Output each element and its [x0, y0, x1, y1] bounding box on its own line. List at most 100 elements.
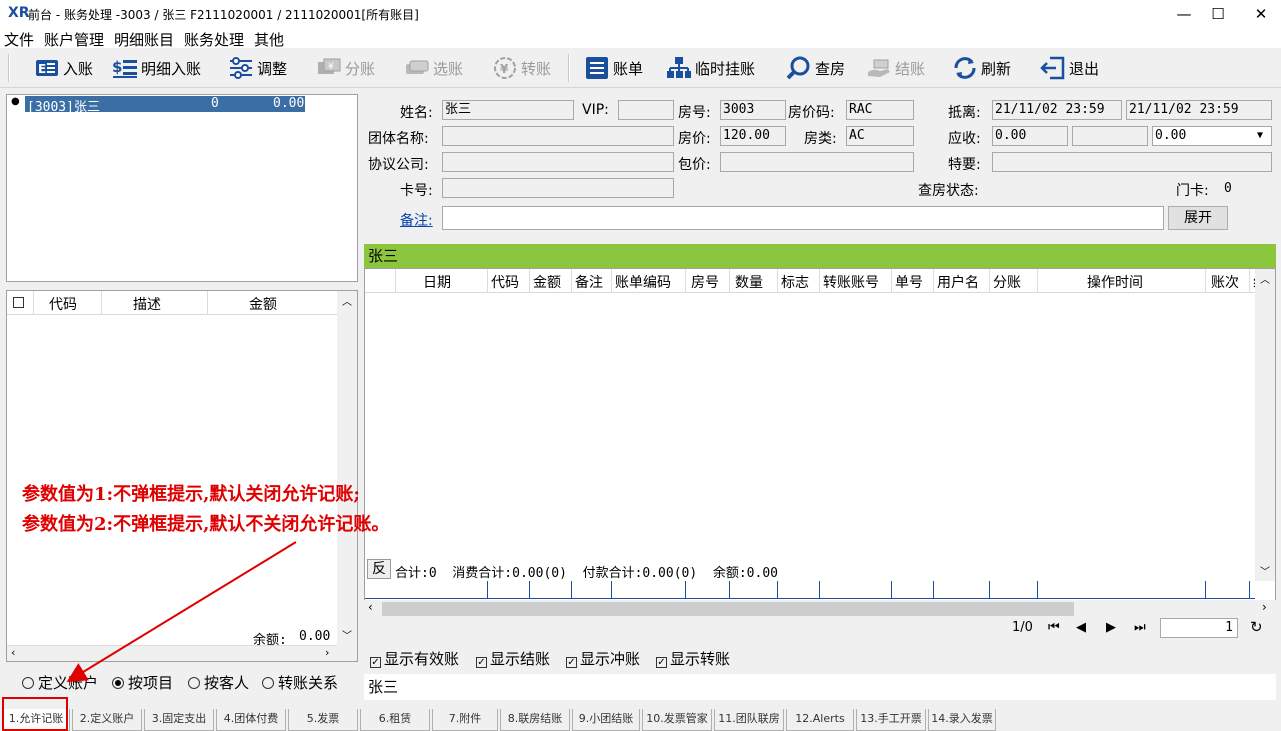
tab-allow-posting[interactable]: 1.允许记账 [2, 709, 70, 731]
col-order-no[interactable]: 单号 [895, 272, 923, 292]
col-username[interactable]: 用户名 [937, 272, 979, 292]
receivable-field[interactable]: 0.00 [992, 126, 1068, 146]
select-button[interactable]: 选账 [404, 54, 463, 82]
room-field[interactable]: 3003 [720, 100, 786, 120]
page-input[interactable]: 1 [1160, 618, 1238, 638]
item-grid-vscroll[interactable]: ︿ ﹀ [337, 291, 357, 661]
col-date[interactable]: 日期 [423, 272, 451, 292]
scroll-down-icon[interactable]: ﹀ [342, 627, 352, 642]
col-bill-code[interactable]: 账单编码 [615, 272, 671, 292]
scroll-up-icon[interactable]: ︿ [342, 293, 352, 308]
tab-team-linked-room[interactable]: 11.团队联房 [714, 709, 784, 731]
radio-define-account[interactable]: 定义账户 [22, 672, 98, 693]
next-page-button[interactable]: ▶ [1106, 620, 1116, 635]
col-code[interactable]: 代码 [491, 272, 519, 292]
transaction-grid-vscroll[interactable]: ︿ ﹀ [1255, 269, 1275, 581]
remark-link[interactable]: 备注: [400, 210, 433, 230]
company-field[interactable] [442, 152, 674, 172]
radio-transfer-relation[interactable]: 转账关系 [262, 672, 338, 693]
menu-other[interactable]: 其他 [254, 29, 284, 50]
select-all-checkbox[interactable] [13, 297, 24, 308]
col-remark[interactable]: 备注 [575, 272, 603, 292]
tab-group-payment[interactable]: 4.团体付费 [216, 709, 286, 731]
menu-accounting[interactable]: 账务处理 [184, 29, 244, 50]
tab-lease[interactable]: 6.租赁 [360, 709, 430, 731]
check-room-button[interactable]: 查房 [786, 54, 845, 82]
col-amount[interactable]: 金额 [249, 294, 277, 314]
special-field[interactable] [992, 152, 1272, 172]
expand-button[interactable]: 展开 [1168, 206, 1228, 230]
radio-by-guest[interactable]: 按客人 [188, 672, 249, 693]
arrive-time-field[interactable]: 21/11/02 23:59 [992, 100, 1122, 120]
tree-node-3003[interactable]: [3003]张三 0 0.00 [25, 96, 305, 115]
scroll-right-icon[interactable]: › [1262, 600, 1267, 614]
show-transfer-checkbox[interactable]: ✓ 显示转账 [656, 648, 730, 669]
close-button[interactable]: ✕ [1243, 2, 1279, 26]
split-button[interactable]: ¥ 分账 [316, 54, 375, 82]
temp-hold-button[interactable]: 临时挂账 [666, 54, 755, 82]
pager-refresh-icon[interactable]: ↻ [1250, 618, 1263, 636]
tab-enter-invoice[interactable]: 14.录入发票 [928, 709, 996, 731]
menu-file[interactable]: 文件 [4, 29, 34, 50]
scroll-left-icon[interactable]: ‹ [11, 646, 15, 659]
exit-button[interactable]: 退出 [1040, 54, 1099, 82]
show-settled-checkbox[interactable]: ✓ 显示结账 [476, 648, 550, 669]
col-code[interactable]: 代码 [49, 294, 77, 314]
remark-field[interactable] [442, 206, 1164, 230]
hscroll-thumb[interactable] [382, 602, 1074, 616]
col-room[interactable]: 房号 [691, 272, 719, 292]
bill-button[interactable]: 账单 [584, 54, 643, 82]
col-amount[interactable]: 金额 [533, 272, 561, 292]
entry-button[interactable]: E 入账 [34, 54, 93, 82]
refresh-button[interactable]: 刷新 [952, 54, 1011, 82]
group-field[interactable] [442, 126, 674, 146]
col-flag[interactable]: 标志 [781, 272, 809, 292]
adjust-button[interactable]: 调整 [228, 54, 287, 82]
menu-account-mgmt[interactable]: 账户管理 [44, 29, 104, 50]
scroll-up-icon[interactable]: ︿ [1260, 271, 1270, 286]
col-transfer-account[interactable]: 转账账号 [823, 272, 879, 292]
tab-define-account[interactable]: 2.定义账户 [72, 709, 142, 731]
scroll-down-icon[interactable]: ﹀ [1260, 563, 1270, 578]
col-split[interactable]: 分账 [993, 272, 1021, 292]
prev-page-button[interactable]: ◀ [1076, 620, 1086, 635]
transfer-button[interactable]: ¥ 转账 [492, 54, 551, 82]
tab-fixed-expense[interactable]: 3.固定支出 [144, 709, 214, 731]
minimize-button[interactable]: — [1166, 2, 1202, 26]
tab-attachment[interactable]: 7.附件 [432, 709, 498, 731]
vip-field[interactable] [618, 100, 674, 120]
depart-time-field[interactable]: 21/11/02 23:59 [1126, 100, 1272, 120]
maximize-button[interactable]: ☐ [1200, 2, 1236, 26]
package-field[interactable] [720, 152, 914, 172]
col-account-seq[interactable]: 账次 [1211, 272, 1239, 292]
radio-by-item[interactable]: 按项目 [112, 672, 173, 693]
show-reversed-checkbox[interactable]: ✓ 显示冲账 [566, 648, 640, 669]
menu-detail-items[interactable]: 明细账目 [114, 29, 174, 50]
item-grid-hscroll[interactable]: ‹ › [7, 645, 337, 661]
receivable-field-2[interactable] [1072, 126, 1148, 146]
last-page-button[interactable]: ⏭ [1134, 620, 1146, 635]
card-field[interactable] [442, 178, 674, 198]
room-type-field[interactable]: AC [846, 126, 914, 146]
col-description[interactable]: 描述 [133, 294, 161, 314]
settle-button[interactable]: 结账 [866, 54, 925, 82]
detail-entry-button[interactable]: $ 明细入账 [112, 54, 201, 82]
receivable-dropdown[interactable]: 0.00 ▼ [1152, 126, 1272, 146]
rate-code-field[interactable]: RAC [846, 100, 914, 120]
rate-field[interactable]: 120.00 [720, 126, 786, 146]
scroll-left-icon[interactable]: ‹ [368, 600, 373, 614]
name-field[interactable]: 张三 [442, 100, 574, 120]
scroll-right-icon[interactable]: › [325, 646, 329, 659]
tab-linked-room-settle[interactable]: 8.联房结账 [500, 709, 570, 731]
transaction-grid-hscroll[interactable]: ‹ › [364, 600, 1276, 618]
tab-small-group-settle[interactable]: 9.小团结账 [572, 709, 640, 731]
dropdown-arrow-icon[interactable]: ▼ [1257, 127, 1263, 145]
tab-alerts[interactable]: 12.Alerts [786, 709, 854, 731]
col-quantity[interactable]: 数量 [735, 272, 763, 292]
show-valid-checkbox[interactable]: ✓ 显示有效账 [370, 648, 459, 669]
tab-manual-invoice[interactable]: 13.手工开票 [856, 709, 926, 731]
tab-invoice[interactable]: 5.发票 [288, 709, 358, 731]
first-page-button[interactable]: ⏮ [1048, 620, 1060, 635]
tab-invoice-manager[interactable]: 10.发票管家 [642, 709, 712, 731]
reverse-button[interactable]: 反 [367, 559, 391, 579]
